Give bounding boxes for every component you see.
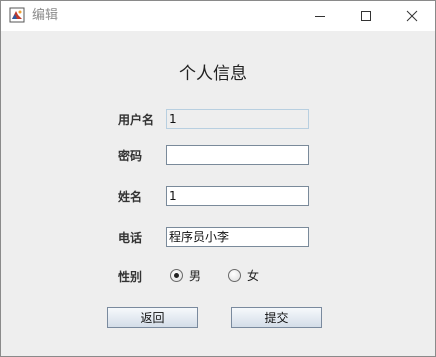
back-button[interactable]: 返回 xyxy=(107,307,198,328)
title-bar[interactable]: 编辑 xyxy=(1,1,435,31)
radio-male-label: 男 xyxy=(189,269,202,283)
gender-option-female[interactable]: 女 xyxy=(228,267,259,284)
maximize-icon xyxy=(361,11,371,21)
gender-option-male[interactable]: 男 xyxy=(170,267,201,284)
close-icon xyxy=(406,10,418,22)
form-panel: 个人信息 用户名 1 密码 姓名 1 电话 程序员小李 性别 男 女 返回 提交 xyxy=(1,31,435,356)
minimize-icon xyxy=(315,16,325,17)
password-field[interactable] xyxy=(166,145,309,165)
minimize-button[interactable] xyxy=(297,1,343,31)
window-title: 编辑 xyxy=(32,8,59,23)
maximize-button[interactable] xyxy=(343,1,389,31)
name-field[interactable]: 1 xyxy=(166,186,309,206)
submit-button[interactable]: 提交 xyxy=(231,307,322,328)
phone-label: 电话 xyxy=(118,231,143,245)
radio-female-label: 女 xyxy=(247,269,260,283)
close-button[interactable] xyxy=(389,1,435,31)
name-label: 姓名 xyxy=(118,190,143,204)
edit-window: 编辑 个人信息 用户名 1 密码 姓名 1 电话 程序员小李 性别 男 女 返回… xyxy=(0,0,436,357)
radio-male[interactable] xyxy=(170,269,183,282)
radio-female[interactable] xyxy=(228,269,241,282)
username-field: 1 xyxy=(166,109,309,129)
password-label: 密码 xyxy=(118,149,143,163)
java-coffee-cup-icon xyxy=(9,7,25,23)
username-label: 用户名 xyxy=(118,113,155,127)
gender-label: 性别 xyxy=(118,270,143,284)
page-title: 个人信息 xyxy=(179,64,247,84)
phone-field[interactable]: 程序员小李 xyxy=(166,227,309,247)
